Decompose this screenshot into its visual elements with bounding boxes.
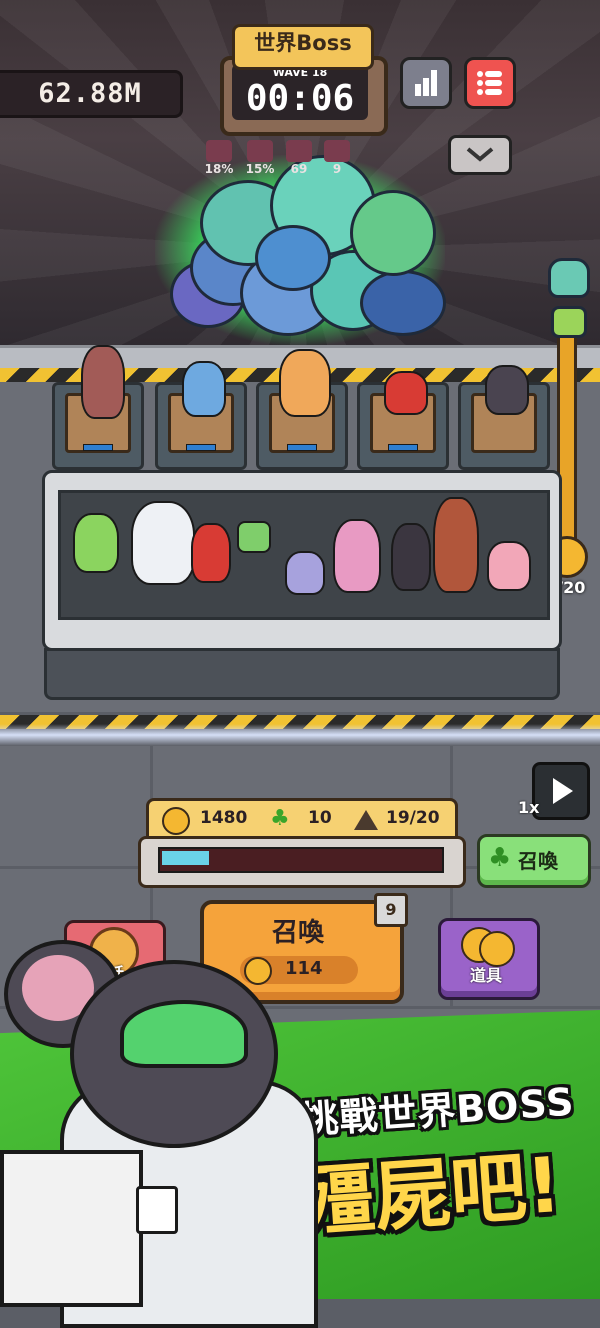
play-button[interactable] <box>532 762 590 820</box>
summon-progress-fill <box>162 851 209 865</box>
debuff-armor: 69 <box>282 140 316 176</box>
unit-pink-cat[interactable] <box>487 541 531 591</box>
stats-button[interactable] <box>400 57 452 109</box>
hero-unit <box>485 365 529 415</box>
speed-label[interactable]: 1x <box>518 798 539 817</box>
clipboard <box>0 1150 143 1307</box>
promo-title: 殭屍吧! <box>295 1139 564 1248</box>
debuff-worm: 18% <box>202 140 236 176</box>
hero-hp-bar <box>186 444 216 451</box>
clover-icon: ♣ <box>270 806 290 831</box>
debuff-value: 15% <box>245 162 275 176</box>
zombie-head-icon <box>551 306 587 338</box>
hero-hp-bar <box>287 444 317 451</box>
paw-debuff-icon <box>324 140 350 162</box>
unit-fire-knight[interactable] <box>433 497 479 593</box>
hero-unit <box>81 345 125 419</box>
hero-unit <box>384 371 428 415</box>
unit-mouse[interactable] <box>285 551 325 595</box>
clover-icon: ♣ <box>488 843 512 873</box>
debuff-paw: 9 <box>320 140 354 176</box>
items-button[interactable] <box>438 918 540 1000</box>
armor-debuff-icon <box>286 140 312 162</box>
debuff-crossbow: 15% <box>243 140 277 176</box>
coin-icon <box>162 807 190 835</box>
hero-slot[interactable] <box>155 361 247 470</box>
debuff-value: 18% <box>204 162 234 176</box>
chevron-down-icon <box>466 147 494 162</box>
expand-button[interactable] <box>448 135 512 175</box>
lightning-effect <box>0 724 600 746</box>
hero-hp-bar <box>388 444 418 451</box>
summon-label: 召喚 <box>271 918 324 948</box>
debuff-value: 9 <box>332 162 342 176</box>
lucky-summon-label: 召喚 <box>518 849 558 873</box>
hero-unit <box>182 361 226 417</box>
unit-fairy[interactable] <box>73 513 119 573</box>
coin-icon <box>244 957 272 985</box>
crossbow-debuff-icon <box>247 140 273 162</box>
hero-slot[interactable] <box>458 365 550 470</box>
hero-hp-bar <box>83 444 113 451</box>
hero-slot[interactable] <box>357 371 449 470</box>
unit-conveyor[interactable] <box>58 490 550 620</box>
boss-title: 世界Boss <box>232 24 374 70</box>
play-icon <box>553 778 573 804</box>
unit-skunk[interactable] <box>391 523 431 591</box>
hero-slot[interactable] <box>256 349 348 470</box>
summon-count-badge: 9 <box>374 893 408 927</box>
coin-count: 1480 <box>200 808 248 828</box>
clover-count: 10 <box>308 808 332 828</box>
hero-slot[interactable] <box>52 345 144 470</box>
unit-count: 19/20 <box>386 808 440 828</box>
id-badge <box>136 1186 178 1234</box>
bar-chart-icon <box>415 70 437 96</box>
wizard-hat-icon <box>354 810 378 830</box>
unit-angel[interactable] <box>131 501 195 585</box>
zombie-boss[interactable] <box>160 150 450 350</box>
menu-button[interactable] <box>464 57 516 109</box>
unit-red-hood[interactable] <box>191 523 231 583</box>
countdown-timer: 00:06 <box>245 78 355 119</box>
worm-debuff-icon <box>206 140 232 162</box>
items-label: 道具 <box>469 966 502 985</box>
summon-cost: 114 <box>285 958 323 979</box>
hero-unit <box>279 349 331 417</box>
list-icon <box>477 71 502 95</box>
score-display: 62.88M <box>0 70 183 118</box>
debuff-value: 69 <box>290 162 308 176</box>
unit-slime[interactable] <box>237 521 271 553</box>
boss-head-icon <box>548 258 590 298</box>
unit-archer[interactable] <box>333 519 381 593</box>
mascot-goggles <box>120 1000 248 1068</box>
conveyor-base <box>44 648 560 700</box>
